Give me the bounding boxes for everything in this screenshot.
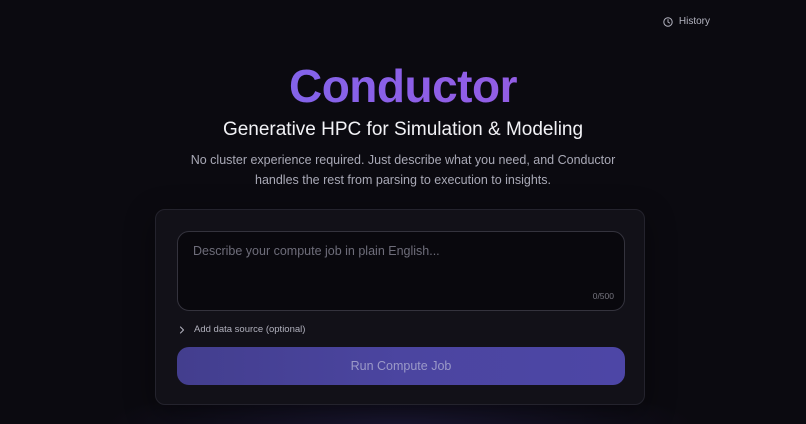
history-label: History [678, 16, 710, 27]
page: History Conductor Generative HPC for Sim… [0, 0, 806, 424]
add-data-source-label: Add data source (optional) [194, 324, 306, 335]
run-compute-job-button[interactable]: Run Compute Job [177, 347, 625, 385]
chevron-right-icon [178, 325, 186, 334]
job-input-container: 0/500 [177, 231, 625, 311]
history-button[interactable]: History [659, 14, 714, 29]
page-description: No cluster experience required. Just des… [190, 153, 616, 187]
page-subtitle: Generative HPC for Simulation & Modeling [222, 119, 584, 140]
compute-job-card: 0/500 Add data source (optional) Run Com… [155, 209, 645, 405]
clock-icon [663, 16, 673, 27]
job-description-input[interactable] [178, 232, 624, 310]
character-counter: 0/500 [592, 291, 614, 301]
brand-title: Conductor [0, 58, 806, 114]
add-data-source-toggle[interactable]: Add data source (optional) [178, 324, 305, 335]
